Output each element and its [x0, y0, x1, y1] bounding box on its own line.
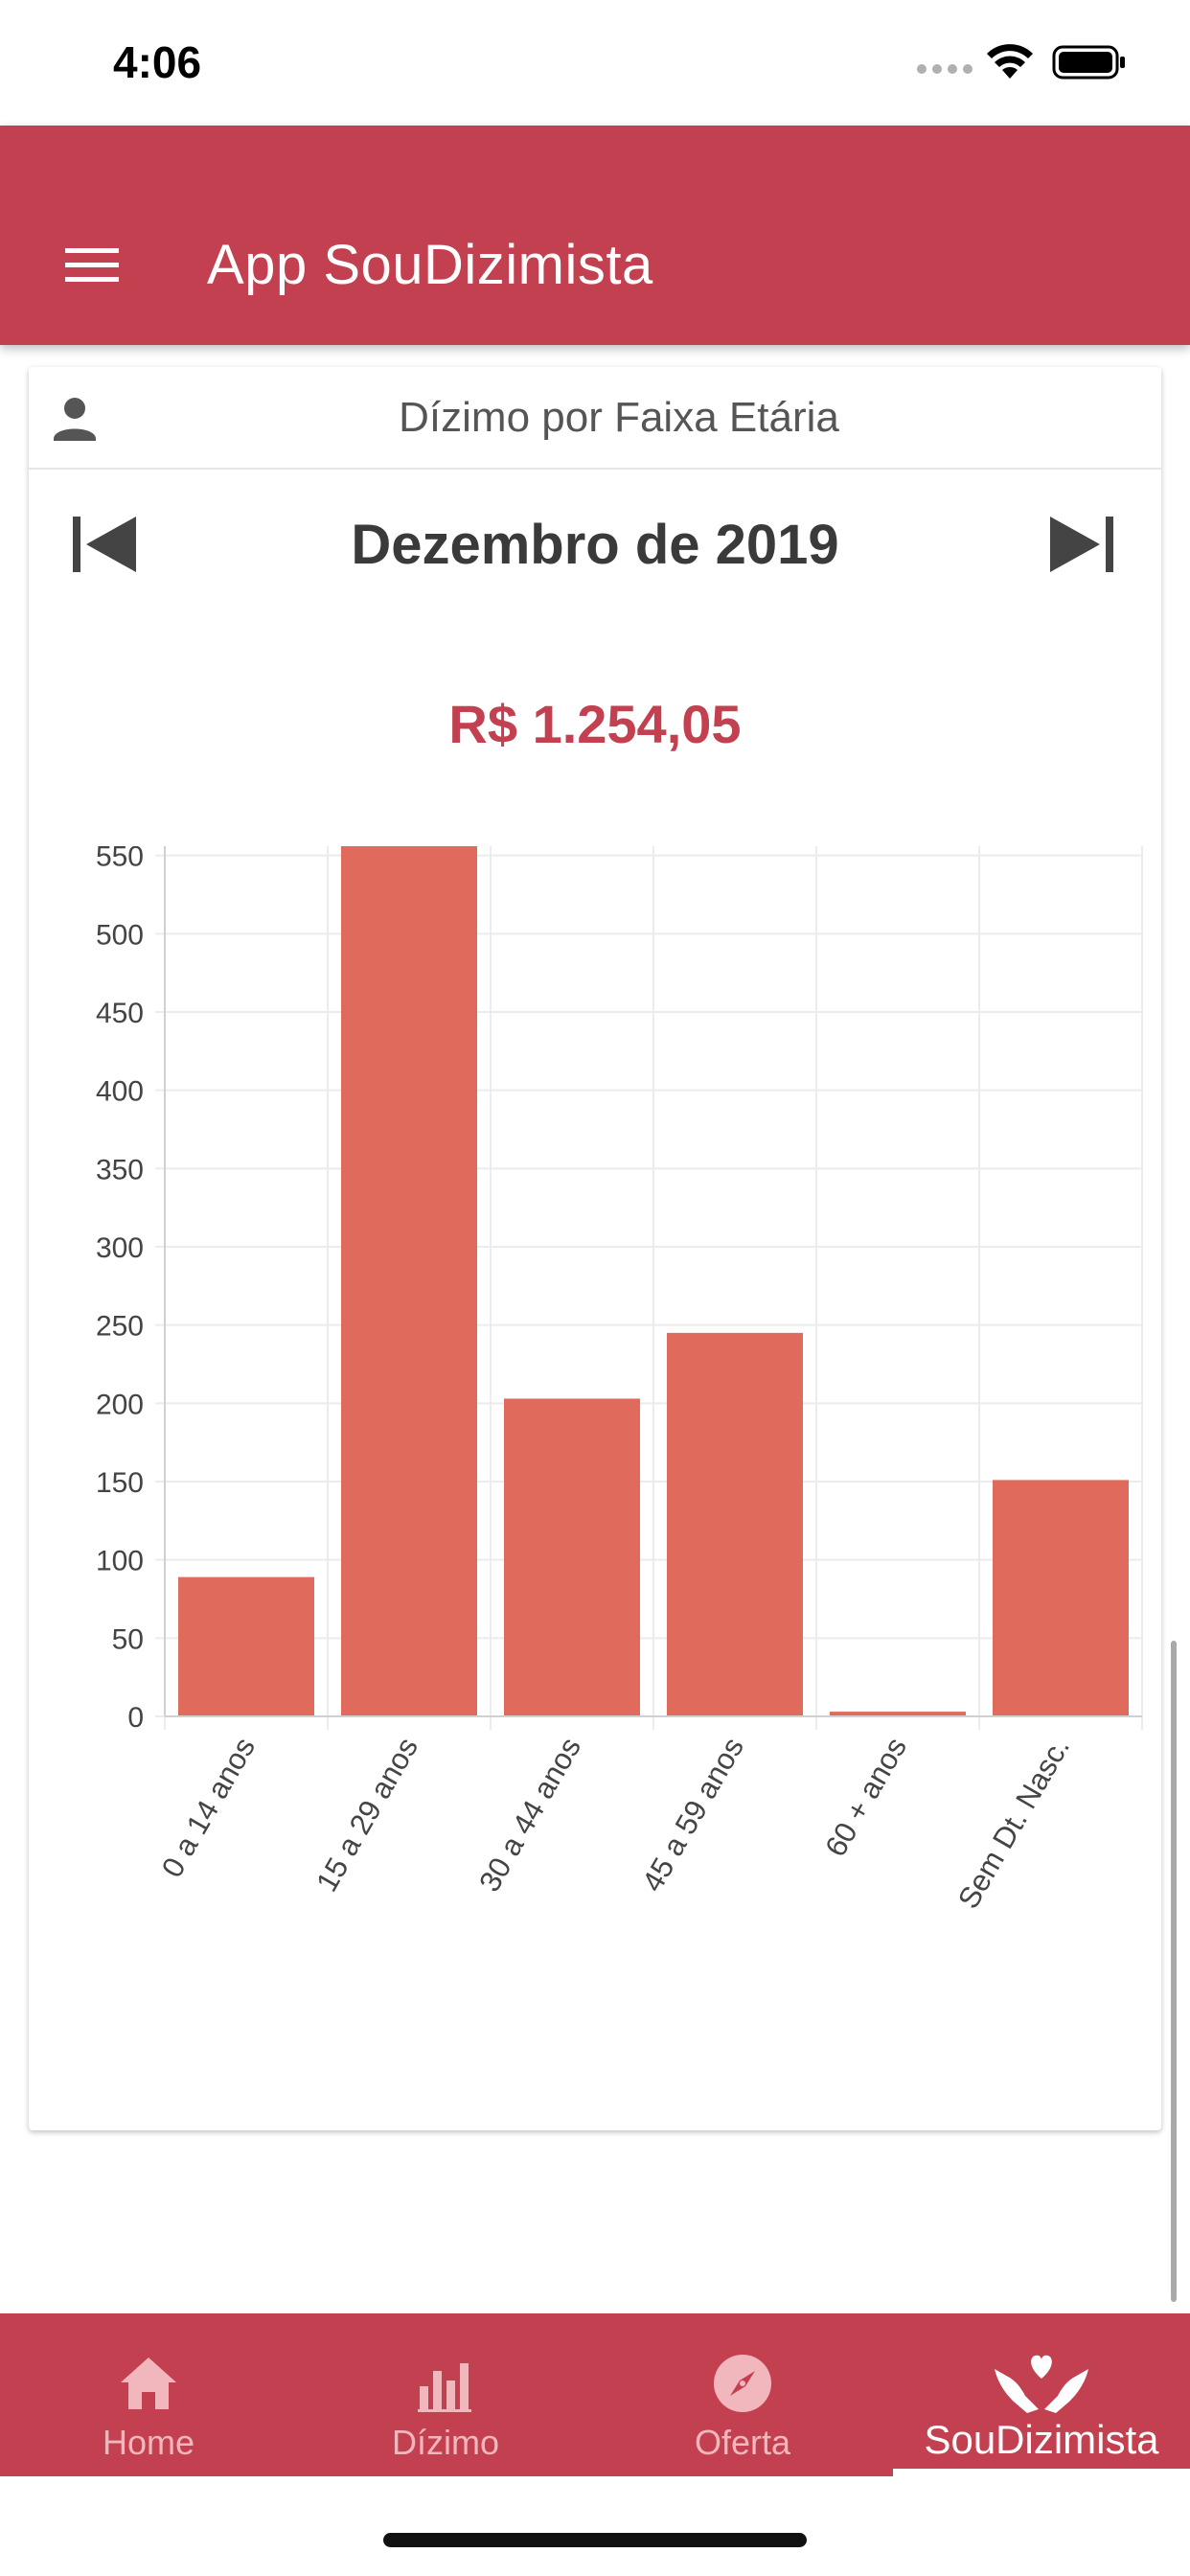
bar: [178, 1576, 314, 1716]
y-tick-label: 400: [96, 1076, 144, 1108]
y-tick-label: 350: [96, 1154, 144, 1185]
nav-label-home: Home: [102, 2423, 195, 2462]
y-tick-label: 150: [96, 1467, 144, 1499]
month-label: Dezembro de 2019: [351, 514, 839, 576]
cellular-signal-icon: [917, 64, 973, 74]
nav-item-soudizimista[interactable]: SouDizimista: [893, 2313, 1190, 2476]
total-value: R$ 1.254,05: [448, 694, 742, 754]
y-tick-label: 50: [112, 1623, 144, 1655]
bar: [341, 846, 477, 1716]
next-month-button[interactable]: [1042, 511, 1119, 578]
nav-label-oferta: Oferta: [694, 2423, 791, 2462]
y-tick-label: 450: [96, 998, 144, 1029]
y-tick-label: 0: [127, 1702, 144, 1734]
status-time: 4:06: [113, 37, 202, 87]
bottom-navigation: Home Dízimo Oferta SouDizimista: [0, 2313, 1190, 2476]
x-tick-label: 45 a 59 anos: [635, 1732, 750, 1898]
home-indicator: [383, 2533, 807, 2547]
y-tick-labels: 050100150200250300350400450500550600: [96, 846, 144, 1734]
battery-icon: [1052, 45, 1125, 80]
x-tick-label: 60 + anos: [818, 1732, 913, 1862]
y-tick-label: 250: [96, 1311, 144, 1343]
bar-chart-icon: [418, 2363, 471, 2412]
bar: [504, 1398, 640, 1716]
month-navigation: Dezembro de 2019: [29, 472, 1161, 626]
scroll-indicator[interactable]: [1171, 1641, 1177, 2302]
wifi-icon: [987, 44, 1033, 79]
nav-item-dizimo[interactable]: Dízimo: [297, 2313, 594, 2476]
app-bar: App SouDizimista: [0, 126, 1190, 345]
x-tick-labels: 0 a 14 anos 15 a 29 anos 30 a 44 anos 45 a …: [155, 1732, 1076, 1915]
bar: [993, 1480, 1129, 1716]
y-tick-label: 550: [96, 846, 144, 873]
y-tick-label: 300: [96, 1232, 144, 1264]
age-range-bar-chart: 050100150200250300350400450500550600 0 a…: [96, 846, 1143, 1915]
hands-heart-icon: [995, 2355, 1088, 2413]
screen: 4:06 App SouDizimista Dízimo por Faixa E…: [0, 0, 1190, 2576]
x-tick-label: 30 a 44 anos: [472, 1732, 587, 1898]
nav-item-home[interactable]: Home: [0, 2313, 297, 2476]
y-tick-label: 100: [96, 1546, 144, 1577]
age-range-card: Dízimo por Faixa Etária Dezembro de 2019…: [29, 367, 1161, 2130]
x-tick-label: 0 a 14 anos: [155, 1732, 262, 1883]
app-title: App SouDizimista: [207, 234, 653, 296]
compass-icon: [714, 2355, 771, 2412]
nav-label-dizimo: Dízimo: [391, 2423, 499, 2462]
bar: [667, 1332, 803, 1716]
x-tick-label: 15 a 29 anos: [309, 1732, 424, 1898]
card-header: Dízimo por Faixa Etária: [29, 367, 1161, 470]
active-tab-indicator: [893, 2469, 1190, 2476]
menu-icon[interactable]: [54, 231, 130, 288]
home-icon: [121, 2358, 176, 2409]
y-tick-label: 200: [96, 1389, 144, 1420]
status-bar: 4:06: [0, 0, 1190, 126]
card-title: Dízimo por Faixa Etária: [399, 394, 839, 441]
y-tick-label: 500: [96, 919, 144, 951]
nav-label-soudizimista: SouDizimista: [924, 2417, 1159, 2462]
x-tick-label: Sem Dt. Nasc.: [951, 1732, 1076, 1915]
nav-item-oferta[interactable]: Oferta: [594, 2313, 891, 2476]
